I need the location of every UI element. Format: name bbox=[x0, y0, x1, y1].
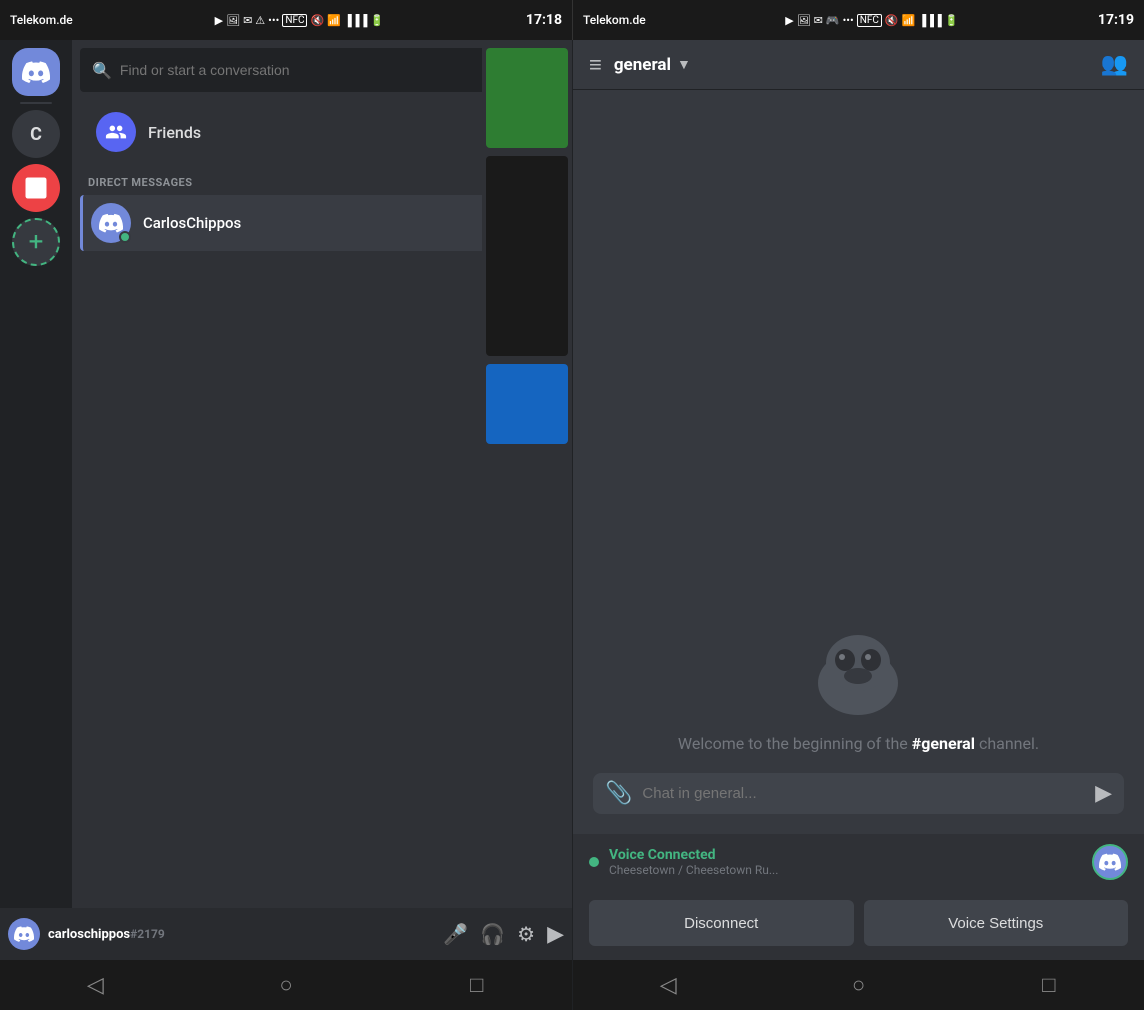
dm-panel: 🔍 ⋮ Friends DIRECT MES bbox=[72, 40, 572, 908]
discord-clyde-icon bbox=[22, 58, 50, 86]
user-actions: 🎤 🎧 ⚙ bbox=[443, 922, 535, 946]
recents-button-left[interactable]: □ bbox=[457, 965, 497, 1005]
welcome-message: Welcome to the beginning of the #general… bbox=[678, 734, 1039, 753]
carrier-left: Telekom.de bbox=[10, 13, 73, 27]
mute-icon-r: 🔇 bbox=[885, 14, 899, 27]
friends-avatar bbox=[96, 112, 136, 152]
time-right: 17:19 bbox=[1098, 12, 1134, 28]
sidebar-divider bbox=[20, 102, 52, 104]
discord-icon-r: 🎮 bbox=[826, 14, 840, 27]
bottom-nav-left: ◁ ○ □ bbox=[0, 960, 572, 1010]
user-bar: carloschippos#2179 🎤 🎧 ⚙ ▶ bbox=[0, 908, 572, 960]
signal-icon: ▐▐▐ bbox=[344, 14, 367, 27]
wifi-icon-r: 📶 bbox=[902, 14, 916, 27]
username-display: carloschippos#2179 bbox=[48, 927, 435, 942]
channel-name-text: general bbox=[614, 55, 671, 75]
plus-icon: + bbox=[29, 227, 44, 257]
bottom-nav-right: ◁ ○ □ bbox=[573, 960, 1144, 1010]
attachment-icon[interactable]: 📎 bbox=[605, 781, 632, 806]
server-icon-red[interactable] bbox=[12, 164, 60, 212]
microphone-icon[interactable]: 🎤 bbox=[443, 922, 468, 946]
channel-hashtag: #general bbox=[912, 734, 975, 753]
mute-icon: 🔇 bbox=[310, 14, 324, 27]
send-icon[interactable]: ▶ bbox=[1095, 781, 1112, 806]
voice-avatar-icon bbox=[1099, 851, 1121, 873]
online-indicator bbox=[119, 231, 131, 243]
status-bar-left: Telekom.de ▶ 🖼 ✉ ⚠ ••• NFC 🔇 📶 ▐▐▐ 🔋 17:… bbox=[0, 0, 572, 40]
more-icon-r: ••• bbox=[843, 14, 854, 27]
chat-input[interactable] bbox=[642, 785, 1085, 802]
discord-mascot-icon bbox=[803, 628, 913, 718]
add-server-button[interactable]: + bbox=[12, 218, 60, 266]
search-icon: 🔍 bbox=[92, 61, 112, 80]
channel-dropdown-icon[interactable]: ▼ bbox=[677, 56, 691, 73]
home-button-right[interactable]: ○ bbox=[838, 965, 878, 1005]
voice-dot bbox=[589, 857, 599, 867]
chat-area: Welcome to the beginning of the #general… bbox=[573, 90, 1144, 834]
settings-icon[interactable]: ⚙ bbox=[517, 922, 535, 946]
server-icon-home[interactable] bbox=[12, 48, 60, 96]
camera-icon-r: 🖼 bbox=[797, 14, 811, 27]
welcome-section: Welcome to the beginning of the #general… bbox=[678, 628, 1039, 753]
home-button-left[interactable]: ○ bbox=[266, 965, 306, 1005]
members-list-icon[interactable]: 👥 bbox=[1101, 52, 1128, 77]
user-avatar bbox=[8, 918, 40, 950]
back-button-left[interactable]: ◁ bbox=[75, 965, 115, 1005]
voice-connected-label: Voice Connected bbox=[609, 847, 1082, 863]
wifi-icon: 📶 bbox=[327, 14, 341, 27]
server-sidebar: C + bbox=[0, 40, 72, 908]
user-info: carloschippos#2179 bbox=[48, 927, 435, 942]
status-bar-right: Telekom.de ▶ 🖼 ✉ 🎮 ••• NFC 🔇 📶 ▐▐▐ 🔋 17:… bbox=[572, 0, 1144, 40]
right-panel: ≡ general ▼ 👥 bbox=[572, 40, 1144, 1010]
nfc-badge: NFC bbox=[282, 14, 307, 27]
signal-icon-r: ▐▐▐ bbox=[918, 14, 941, 27]
mail-icon: ✉ bbox=[243, 14, 252, 27]
play-icon-r: ▶ bbox=[785, 14, 793, 27]
mail-icon-r: ✉ bbox=[814, 14, 823, 27]
disconnect-button[interactable]: Disconnect bbox=[589, 900, 854, 946]
channel-header: ≡ general ▼ 👥 bbox=[573, 40, 1144, 90]
discord-dm-icon bbox=[99, 211, 123, 235]
back-button-right[interactable]: ◁ bbox=[648, 965, 688, 1005]
dm-username: CarlosChippos bbox=[143, 214, 241, 232]
battery-icon: 🔋 bbox=[370, 14, 384, 27]
headset-icon[interactable]: 🎧 bbox=[480, 922, 505, 946]
chat-input-bar: 📎 ▶ bbox=[593, 773, 1124, 814]
server-c-label: C bbox=[30, 124, 42, 145]
play-icon: ▶ bbox=[215, 14, 223, 27]
more-icon: ••• bbox=[268, 14, 279, 27]
hamburger-menu-icon[interactable]: ≡ bbox=[589, 52, 602, 78]
carrier-right: Telekom.de bbox=[583, 13, 646, 27]
voice-settings-button[interactable]: Voice Settings bbox=[864, 900, 1129, 946]
left-panel: C + bbox=[0, 40, 572, 1010]
voice-buttons-row: Disconnect Voice Settings bbox=[573, 890, 1144, 960]
channel-name-container: general ▼ bbox=[614, 55, 691, 75]
camera-icon: 🖼 bbox=[226, 14, 240, 27]
alert-icon: ⚠ bbox=[255, 14, 265, 27]
voice-connected-bar: Voice Connected Cheesetown / Cheesetown … bbox=[573, 834, 1144, 890]
dm-user-avatar bbox=[91, 203, 131, 243]
recents-button-right[interactable]: □ bbox=[1029, 965, 1069, 1005]
server-red-icon bbox=[22, 174, 50, 202]
voice-info: Voice Connected Cheesetown / Cheesetown … bbox=[609, 847, 1082, 877]
search-input[interactable] bbox=[120, 62, 526, 78]
server-icon-c[interactable]: C bbox=[12, 110, 60, 158]
voice-user-avatar bbox=[1092, 844, 1128, 880]
voice-channel-path: Cheesetown / Cheesetown Ru... bbox=[609, 863, 1082, 877]
forward-icon[interactable]: ▶ bbox=[547, 922, 564, 947]
battery-icon-r: 🔋 bbox=[945, 14, 959, 27]
nfc-badge-r: NFC bbox=[857, 14, 882, 27]
partial-right-overlay bbox=[482, 40, 572, 908]
friends-label: Friends bbox=[148, 123, 201, 142]
friends-icon bbox=[105, 121, 127, 143]
time-left: 17:18 bbox=[526, 12, 562, 28]
user-discord-icon bbox=[14, 924, 34, 944]
